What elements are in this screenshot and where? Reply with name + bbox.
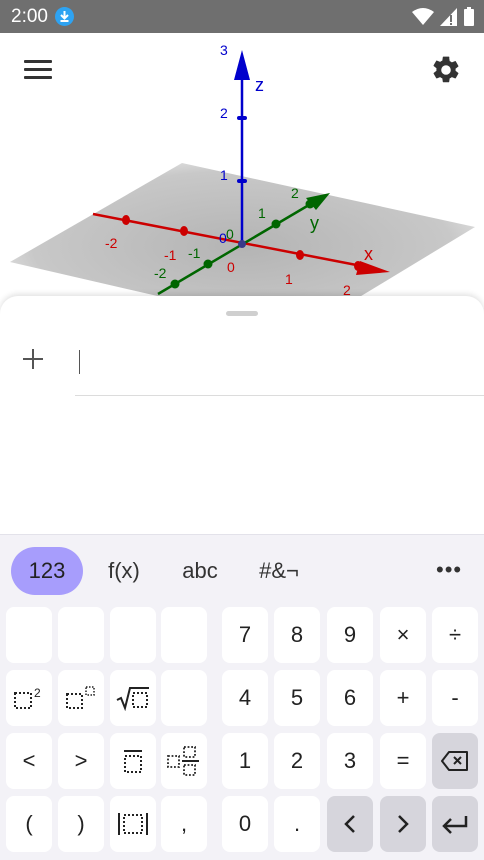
settings-gear-icon[interactable]: [430, 54, 462, 86]
key-equals[interactable]: =: [380, 733, 426, 789]
add-item-icon[interactable]: [20, 346, 46, 372]
blank-key[interactable]: [161, 670, 207, 726]
blank-key[interactable]: [58, 607, 104, 663]
blank-key[interactable]: [161, 607, 207, 663]
tab-numbers[interactable]: 123: [11, 547, 83, 595]
algebra-input[interactable]: [75, 336, 484, 396]
key-1[interactable]: 1: [222, 733, 268, 789]
key-4[interactable]: 4: [222, 670, 268, 726]
svg-text:2: 2: [34, 686, 41, 700]
z-axis-label: z: [255, 75, 264, 95]
y-origin-label: 0: [226, 226, 234, 242]
key-decimal-point[interactable]: .: [274, 796, 320, 852]
left-arrow-icon[interactable]: [327, 796, 373, 852]
blank-key[interactable]: [110, 607, 156, 663]
absolute-value-key-icon[interactable]: [110, 796, 156, 852]
download-icon: [55, 7, 74, 26]
status-bar: 2:00: [0, 0, 484, 33]
menu-icon[interactable]: [24, 60, 52, 80]
backspace-icon[interactable]: [432, 733, 478, 789]
right-arrow-icon[interactable]: [380, 796, 426, 852]
key-comma[interactable]: ,: [161, 796, 207, 852]
tab-letters[interactable]: abc: [172, 547, 228, 595]
blank-key[interactable]: [6, 607, 52, 663]
x-tick-neg2: -2: [105, 235, 118, 251]
status-time: 2:00: [11, 6, 48, 27]
x-axis-label: x: [364, 244, 373, 264]
signal-icon: [440, 7, 457, 26]
key-9[interactable]: 9: [327, 607, 373, 663]
tab-symbols[interactable]: #&¬: [250, 547, 308, 595]
graphics-view-3d[interactable]: z 3 2 1 0 y 2 1 -1 -2 0 x -2 -1 1 2 0: [0, 33, 484, 298]
z-axis-arrow: [234, 50, 250, 80]
key-6[interactable]: 6: [327, 670, 373, 726]
key-8[interactable]: 8: [274, 607, 320, 663]
key-plus[interactable]: +: [380, 670, 426, 726]
z-tick-3: 3: [220, 42, 228, 58]
x-tick-neg1: -1: [164, 247, 177, 263]
squared-key-icon[interactable]: 2: [6, 670, 52, 726]
algebra-panel: [0, 296, 484, 536]
key-7[interactable]: 7: [222, 607, 268, 663]
tab-functions[interactable]: f(x): [96, 547, 152, 595]
key-divide[interactable]: ÷: [432, 607, 478, 663]
y-tick-2: 2: [291, 185, 299, 201]
text-caret: [79, 350, 80, 374]
overline-key-icon[interactable]: [110, 733, 156, 789]
key-less-than[interactable]: <: [6, 733, 52, 789]
math-keyboard: 123 f(x) abc #&¬ ••• 7 8 9 × ÷ 2 4 5 6 +…: [0, 534, 484, 860]
key-3[interactable]: 3: [327, 733, 373, 789]
key-left-paren[interactable]: (: [6, 796, 52, 852]
key-minus[interactable]: -: [432, 670, 478, 726]
z-tick-2: 2: [220, 105, 228, 121]
wifi-icon: [412, 7, 434, 25]
more-options-icon[interactable]: •••: [436, 557, 462, 583]
mixed-fraction-key-icon[interactable]: [161, 733, 207, 789]
keyboard-tabs: 123 f(x) abc #&¬ •••: [0, 535, 484, 603]
key-2[interactable]: 2: [274, 733, 320, 789]
y-axis-label: y: [310, 213, 319, 233]
y-tick-neg1: -1: [188, 245, 201, 261]
battery-icon: [464, 7, 474, 26]
drag-handle[interactable]: [226, 311, 258, 316]
y-tick-neg2: -2: [154, 265, 167, 281]
key-greater-than[interactable]: >: [58, 733, 104, 789]
power-key-icon[interactable]: [58, 670, 104, 726]
key-0[interactable]: 0: [222, 796, 268, 852]
enter-icon[interactable]: [432, 796, 478, 852]
key-right-paren[interactable]: ): [58, 796, 104, 852]
sqrt-key-icon[interactable]: [110, 670, 156, 726]
z-tick-1: 1: [220, 167, 228, 183]
key-5[interactable]: 5: [274, 670, 320, 726]
y-tick-1: 1: [258, 205, 266, 221]
key-times[interactable]: ×: [380, 607, 426, 663]
x-tick-1: 1: [285, 271, 293, 287]
x-origin-label: 0: [227, 259, 235, 275]
